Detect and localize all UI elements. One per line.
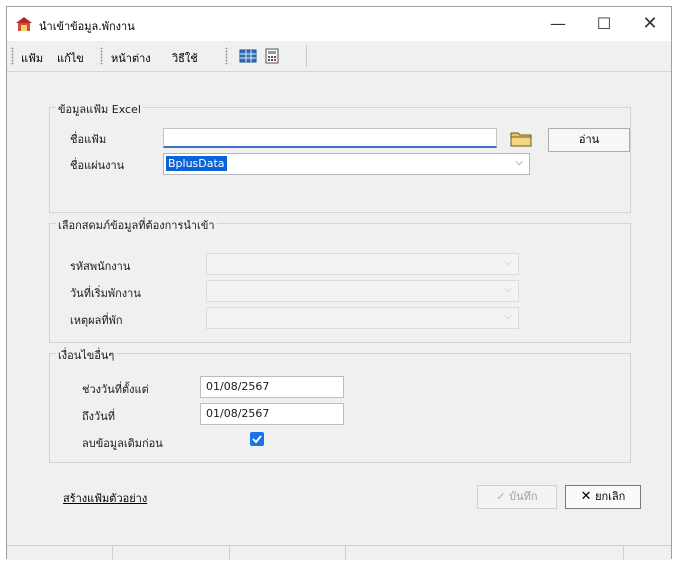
status-separator — [623, 546, 624, 560]
column-group-title: เลือกสดมภ์ข้อมูลที่ต้องการนำเข้า — [56, 216, 217, 234]
status-separator — [112, 546, 113, 560]
toolbar-separator — [306, 45, 307, 67]
sheet-name-value: BplusData — [166, 156, 227, 171]
maximize-button[interactable]: ☐ — [581, 7, 627, 41]
file-name-label: ชื่อแฟ้ม — [70, 133, 107, 146]
create-sample-file-link[interactable]: สร้างแฟ้มตัวอย่าง — [63, 489, 147, 507]
minimize-button[interactable]: — — [535, 7, 581, 41]
menu-window[interactable]: หน้าต่าง — [111, 49, 151, 67]
toolbar-grip[interactable] — [11, 47, 14, 65]
browse-folder-icon[interactable] — [509, 128, 533, 148]
cancel-button-label: ยกเลิก — [595, 490, 626, 503]
conditions-group-title: เงื่อนไขอื่นๆ — [56, 346, 117, 364]
date-from-input[interactable]: 01/08/2567 — [200, 376, 344, 398]
sheet-name-select[interactable]: BplusData ⌵ — [163, 153, 530, 175]
employee-code-label: รหัสพนักงาน — [70, 260, 131, 273]
save-button-label: บันทึก — [509, 490, 538, 503]
delete-existing-checkbox[interactable] — [250, 432, 264, 446]
cancel-button[interactable]: ✕ ยกเลิก — [565, 485, 641, 509]
delete-existing-label: ลบข้อมูลเดิมก่อน — [82, 437, 163, 450]
grid-icon[interactable] — [239, 48, 257, 64]
employee-code-select[interactable]: ⌵ — [206, 253, 519, 275]
date-to-input[interactable]: 01/08/2567 — [200, 403, 344, 425]
chevron-down-icon: ⌵ — [504, 284, 512, 295]
title-bar: นำเข้าข้อมูล.พักงาน — ☐ ✕ — [7, 7, 671, 41]
status-bar — [7, 545, 671, 560]
chevron-down-icon: ⌵ — [515, 157, 523, 168]
date-to-label: ถึงวันที่ — [82, 410, 115, 423]
toolbar-grip[interactable] — [225, 47, 228, 65]
file-name-input[interactable] — [163, 128, 497, 148]
sheet-name-label: ชื่อแผ่นงาน — [70, 159, 125, 172]
date-from-label: ช่วงวันที่ตั้งแต่ — [82, 383, 149, 396]
import-window: นำเข้าข้อมูล.พักงาน — ☐ ✕ แฟ้ม แก้ไข หน้… — [6, 6, 672, 560]
save-button[interactable]: ✓ บันทึก — [477, 485, 557, 509]
close-button[interactable]: ✕ — [627, 7, 673, 41]
read-button[interactable]: อ่าน — [548, 128, 630, 152]
suspend-start-select[interactable]: ⌵ — [206, 280, 519, 302]
chevron-down-icon: ⌵ — [504, 257, 512, 268]
chevron-down-icon: ⌵ — [504, 311, 512, 322]
column-select-group: เลือกสดมภ์ข้อมูลที่ต้องการนำเข้า รหัสพนั… — [49, 216, 631, 343]
excel-file-group: ข้อมูลแฟ้ม Excel ชื่อแฟ้ม อ่าน ชื่อแผ่นง… — [49, 100, 631, 213]
menu-bar: แฟ้ม แก้ไข หน้าต่าง วิธีใช้ — [7, 41, 671, 72]
toolbar-grip[interactable] — [100, 47, 103, 65]
menu-help[interactable]: วิธีใช้ — [172, 49, 198, 67]
suspend-reason-select[interactable]: ⌵ — [206, 307, 519, 329]
suspend-reason-label: เหตุผลที่พัก — [70, 314, 123, 327]
excel-group-title: ข้อมูลแฟ้ม Excel — [56, 100, 143, 118]
calculator-icon[interactable] — [263, 48, 281, 64]
menu-edit[interactable]: แก้ไข — [57, 49, 84, 67]
app-icon — [16, 17, 32, 31]
suspend-start-label: วันที่เริ่มพักงาน — [70, 287, 141, 300]
close-icon: ✕ — [580, 489, 592, 504]
menu-file[interactable]: แฟ้ม — [21, 49, 43, 67]
window-title: นำเข้าข้อมูล.พักงาน — [39, 20, 135, 33]
other-conditions-group: เงื่อนไขอื่นๆ ช่วงวันที่ตั้งแต่ 01/08/25… — [49, 346, 631, 463]
status-separator — [345, 546, 346, 560]
save-check-icon: ✓ — [496, 490, 506, 503]
check-icon — [252, 435, 262, 444]
status-separator — [229, 546, 230, 560]
